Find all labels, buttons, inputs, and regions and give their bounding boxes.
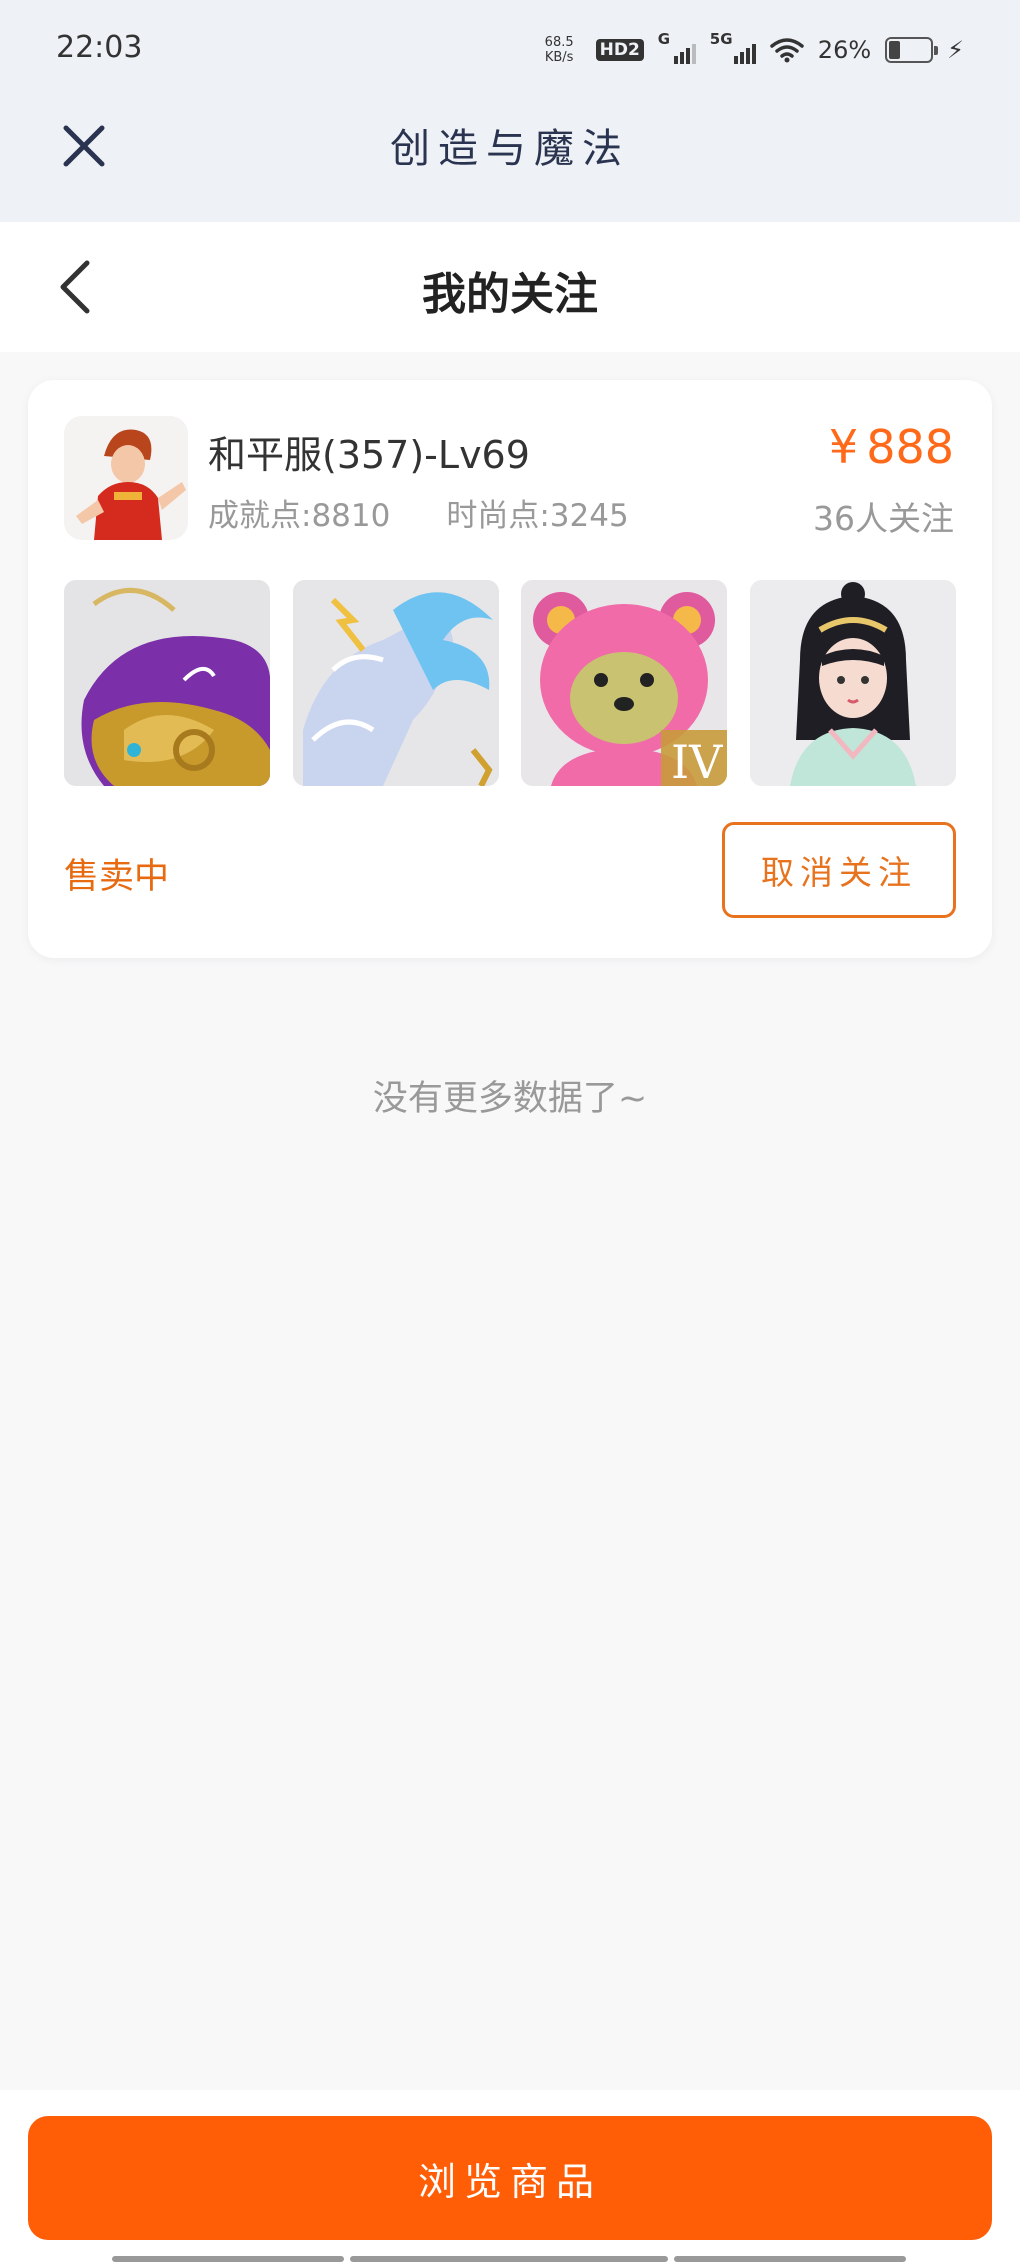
app-top-bar: 22:03 68.5 KB/s HD2 G 5G 26% ⚡ 创造与魔法 <box>0 0 1020 222</box>
signal-icon: G <box>658 30 696 64</box>
currency-symbol: ¥ <box>828 420 859 474</box>
status-badge: 售卖中 <box>64 857 170 897</box>
server-name: 和平服(357)-Lv69 <box>208 433 530 477</box>
app-title: 创造与魔法 <box>390 126 630 172</box>
browse-products-button[interactable]: 浏览商品 <box>28 2116 992 2240</box>
wifi-icon <box>770 38 804 63</box>
svg-text:IV: IV <box>671 735 723 786</box>
nav-indicator-left <box>112 2256 344 2262</box>
thumbnail-hanfu-character[interactable] <box>749 580 956 786</box>
item-thumbnails: IV <box>64 580 956 786</box>
page-title: 我的关注 <box>422 269 598 320</box>
battery-percent: 26% <box>817 36 872 64</box>
stats-row: 成就点:8810 时尚点:3245 <box>208 490 629 535</box>
thumbnail-pink-bear-pet[interactable]: IV <box>521 580 728 786</box>
no-more-data-text: 没有更多数据了~ <box>372 1079 648 1119</box>
price: ¥ 888 <box>829 420 954 474</box>
hd-voice-icon: HD2 <box>595 39 644 61</box>
thumbnail-ice-horse-mount[interactable] <box>292 580 499 786</box>
bottom-bar: 浏览商品 <box>0 2090 1020 2267</box>
status-time: 22:03 <box>56 30 143 65</box>
followed-item-card[interactable]: 和平服(357)-Lv69 成就点:8810 时尚点:3245 ¥ 888 36… <box>28 380 992 958</box>
battery-icon <box>885 37 939 63</box>
price-value: 888 <box>866 420 954 474</box>
nav-indicator-center <box>350 2256 668 2262</box>
thumbnail-fish-mount[interactable] <box>64 580 270 786</box>
achievement-points: 成就点:8810 <box>208 498 391 534</box>
net-speed: 68.5 KB/s <box>545 35 574 65</box>
signal-5g-icon: 5G <box>710 30 756 64</box>
page-header: 我的关注 <box>0 222 1020 352</box>
sim2-label: 5G <box>709 30 733 48</box>
fashion-points: 时尚点:3245 <box>446 498 629 534</box>
character-avatar <box>64 416 188 540</box>
unfollow-button[interactable]: 取消关注 <box>722 822 956 918</box>
charging-icon: ⚡ <box>947 36 964 64</box>
net-speed-unit: KB/s <box>544 50 574 65</box>
status-icons: 68.5 KB/s HD2 G 5G 26% ⚡ <box>545 28 964 72</box>
nav-indicator-right <box>674 2256 906 2262</box>
sim1-label: G <box>657 30 671 48</box>
net-speed-value: 68.5 <box>544 35 574 50</box>
follower-count: 36人关注 <box>813 499 954 538</box>
